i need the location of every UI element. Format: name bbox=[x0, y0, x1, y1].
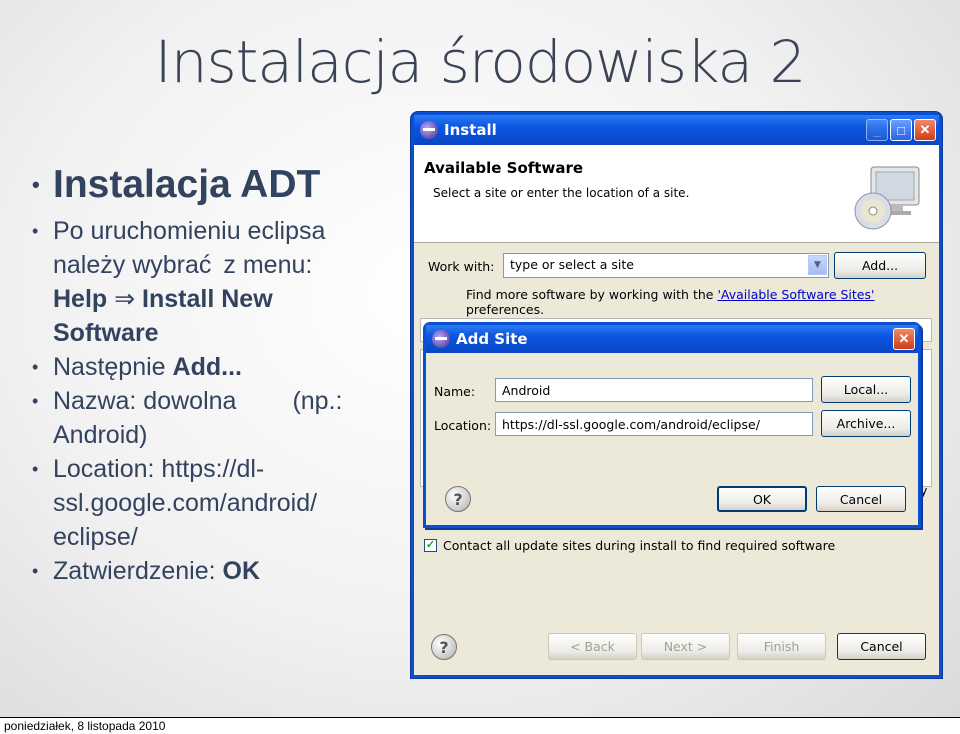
install-header: Available Software Select a site or ente… bbox=[414, 145, 939, 243]
find-more-prefix: Find more software by working with the bbox=[466, 287, 718, 302]
eclipse-icon bbox=[432, 330, 450, 348]
work-with-label: Work with: bbox=[428, 259, 495, 274]
ok-button[interactable]: OK bbox=[717, 486, 807, 512]
cancel-button[interactable]: Cancel bbox=[837, 633, 926, 660]
archive-button[interactable]: Archive... bbox=[821, 410, 911, 437]
local-button[interactable]: Local... bbox=[821, 376, 911, 403]
help-icon[interactable]: ? bbox=[445, 486, 471, 512]
name-field[interactable]: Android bbox=[495, 378, 813, 402]
finish-button[interactable]: Finish bbox=[737, 633, 826, 660]
add-site-titlebar[interactable]: Add Site ✕ bbox=[426, 325, 918, 353]
bullet-confirm: Zatwierdzenie: OK bbox=[32, 554, 382, 588]
bullet-instalacja-adt: Instalacja ADT bbox=[32, 162, 382, 208]
back-button[interactable]: < Back bbox=[548, 633, 637, 660]
find-more-text: Find more software by working with the '… bbox=[466, 287, 939, 317]
bullet-text: ssl.google.com/android/ bbox=[53, 489, 318, 517]
window-controls: _ □ ✕ bbox=[866, 119, 936, 141]
name-label: Name: bbox=[434, 384, 476, 399]
find-more-suffix: preferences. bbox=[466, 302, 545, 317]
bullet-list: Instalacja ADT Po uruchomieniu eclipsa n… bbox=[32, 162, 382, 588]
eclipse-icon bbox=[420, 121, 438, 139]
bullet-text: należy wybrać bbox=[53, 251, 212, 279]
bullet-text: Zatwierdzenie: bbox=[53, 557, 216, 585]
next-button[interactable]: Next > bbox=[641, 633, 730, 660]
bullet-text: (np.: bbox=[292, 387, 343, 415]
bullet-text: Następnie bbox=[53, 353, 166, 381]
minimize-icon[interactable]: _ bbox=[866, 119, 888, 141]
contact-all-checkbox[interactable]: ✓ bbox=[424, 539, 437, 552]
location-field[interactable]: https://dl-ssl.google.com/android/eclips… bbox=[495, 412, 813, 436]
bullet-name: Nazwa: dowolna (np.: Android) bbox=[32, 384, 382, 452]
work-with-value: type or select a site bbox=[510, 257, 634, 272]
bullet-text: Po uruchomieniu eclipsa bbox=[53, 217, 326, 245]
help-icon[interactable]: ? bbox=[431, 634, 457, 660]
add-site-dialog: Add Site ✕ Name: Android Local... Locati… bbox=[423, 322, 921, 528]
bullet-text: Android) bbox=[53, 421, 148, 449]
bullet-location: Location: https://dl- ssl.google.com/and… bbox=[32, 452, 382, 554]
maximize-icon[interactable]: □ bbox=[890, 119, 912, 141]
add-site-title: Add Site bbox=[456, 330, 528, 348]
close-icon[interactable]: ✕ bbox=[914, 119, 936, 141]
add-button[interactable]: Add... bbox=[834, 252, 926, 279]
location-label: Location: bbox=[434, 418, 492, 433]
dialog-cancel-button[interactable]: Cancel bbox=[816, 486, 906, 512]
bullet-help-menu: Po uruchomieniu eclipsa należy wybrać z m… bbox=[32, 214, 382, 350]
partial-label: y bbox=[920, 483, 928, 498]
bullet-text: Instalacja ADT bbox=[53, 163, 321, 206]
bullet-bold-add: Add... bbox=[172, 353, 242, 381]
bullet-text: Location: https://dl- bbox=[53, 455, 265, 483]
bullet-add: Następnie Add... bbox=[32, 350, 382, 384]
arrow-icon: ⇒ bbox=[114, 285, 136, 313]
bullet-bold-install: Install New bbox=[142, 285, 273, 313]
chevron-down-icon[interactable]: ▼ bbox=[808, 255, 827, 275]
available-sites-link[interactable]: 'Available Software Sites' bbox=[717, 287, 874, 302]
bullet-text: eclipse/ bbox=[53, 523, 138, 551]
install-title: Install bbox=[444, 121, 497, 139]
bullet-bold-ok: OK bbox=[222, 557, 261, 585]
work-with-combo[interactable]: type or select a site ▼ bbox=[503, 253, 829, 278]
install-titlebar[interactable]: Install _ □ ✕ bbox=[414, 115, 939, 145]
contact-all-label: Contact all update sites during install … bbox=[443, 538, 836, 553]
slide-title: Instalacja środowiska 2 bbox=[154, 28, 807, 96]
footer-date: poniedziałek, 8 listopada 2010 bbox=[0, 717, 960, 734]
bullet-text: Nazwa: dowolna bbox=[53, 387, 237, 415]
bullet-bold-help: Help bbox=[53, 285, 108, 313]
install-cd-icon bbox=[854, 166, 920, 230]
bullet-bold-software: Software bbox=[53, 319, 159, 347]
close-icon[interactable]: ✕ bbox=[893, 328, 915, 350]
window-controls: ✕ bbox=[893, 328, 915, 350]
bullet-text: z menu: bbox=[223, 251, 313, 279]
